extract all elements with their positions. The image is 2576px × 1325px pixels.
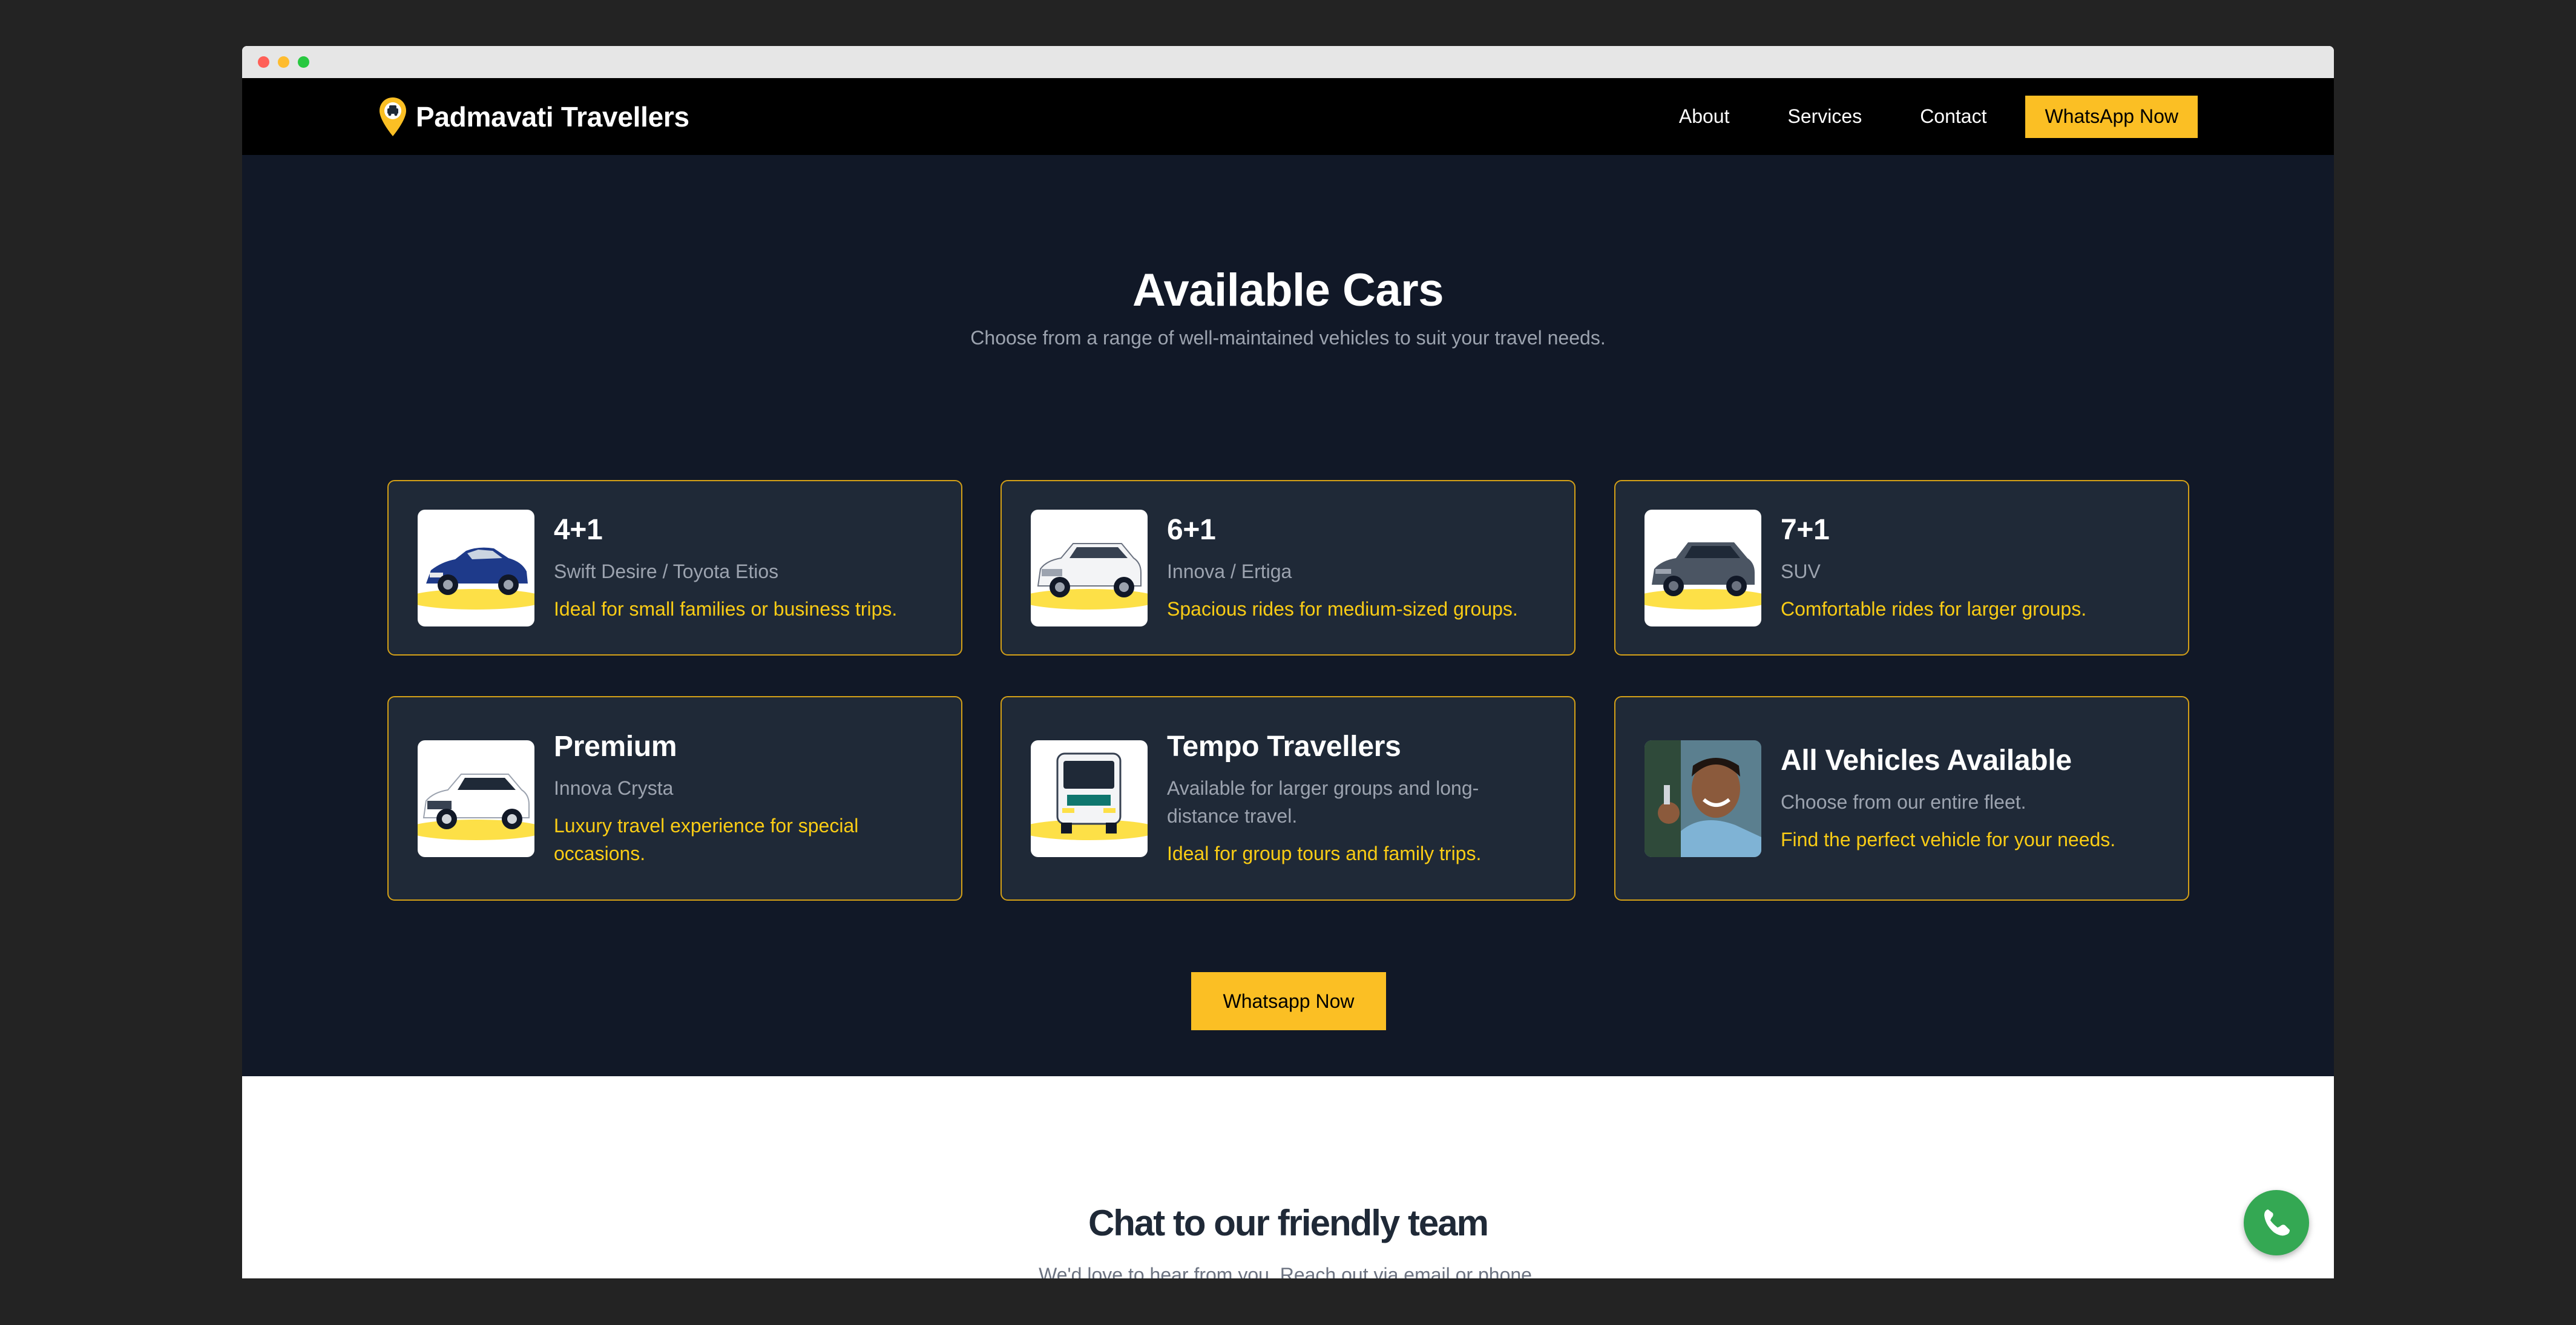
car-card-tempo-travellers[interactable]: Tempo Travellers Available for larger gr… bbox=[1000, 696, 1576, 901]
nav-links: About Services Contact WhatsApp Now bbox=[1679, 78, 2198, 155]
car-models: Available for larger groups and long-dis… bbox=[1167, 777, 1479, 827]
car-card-6plus1[interactable]: 6+1 Innova / Ertiga Spacious rides for m… bbox=[1000, 480, 1576, 656]
brand[interactable]: Padmavati Travellers bbox=[378, 78, 689, 155]
browser-window: Padmavati Travellers About Services Cont… bbox=[242, 46, 2334, 1278]
car-class-name: 6+1 bbox=[1167, 513, 1216, 546]
whatsapp-now-button[interactable]: Whatsapp Now bbox=[1191, 972, 1386, 1030]
man-holding-car-keys-image bbox=[1644, 740, 1761, 857]
car-class-name: 4+1 bbox=[554, 513, 603, 546]
nav-link-about[interactable]: About bbox=[1679, 105, 1730, 128]
car-models: Swift Desire / Toyota Etios bbox=[554, 560, 779, 582]
nav-link-services[interactable]: Services bbox=[1787, 105, 1862, 128]
window-titlebar bbox=[242, 46, 2334, 78]
car-tagline: Spacious rides for medium-sized groups. bbox=[1167, 597, 1518, 620]
contact-title: Chat to our friendly team bbox=[1088, 1203, 1489, 1243]
car-tagline: Ideal for small families or business tri… bbox=[554, 597, 898, 620]
grey-suv-image bbox=[1644, 509, 1761, 626]
minimize-window-button[interactable] bbox=[278, 56, 289, 68]
car-tagline: Find the perfect vehicle for your needs. bbox=[1781, 828, 2116, 850]
car-tagline: Luxury travel experience for special occ… bbox=[554, 814, 859, 864]
car-card-7plus1[interactable]: 7+1 SUV Comfortable rides for larger gro… bbox=[1614, 480, 2189, 656]
maximize-window-button[interactable] bbox=[298, 56, 309, 68]
whatsapp-phone-icon bbox=[2264, 1209, 2290, 1236]
car-card-4plus1[interactable]: 4+1 Swift Desire / Toyota Etios Ideal fo… bbox=[387, 480, 962, 656]
car-models: Innova / Ertiga bbox=[1167, 560, 1292, 582]
car-models: SUV bbox=[1781, 560, 1821, 582]
nav-link-contact[interactable]: Contact bbox=[1920, 105, 1986, 128]
whatsapp-now-nav-button[interactable]: WhatsApp Now bbox=[2025, 95, 2198, 138]
car-class-name: All Vehicles Available bbox=[1781, 744, 2072, 777]
contact-subtitle: We'd love to hear from you. Reach out vi… bbox=[1039, 1264, 1537, 1278]
whatsapp-floating-button[interactable] bbox=[2244, 1190, 2309, 1255]
section-title: Available Cars bbox=[1132, 265, 1444, 316]
section-subtitle: Choose from a range of well-maintained v… bbox=[970, 327, 1606, 349]
blue-sedan-image bbox=[418, 509, 534, 626]
car-models: Innova Crysta bbox=[554, 777, 674, 799]
car-tagline: Comfortable rides for larger groups. bbox=[1781, 597, 2087, 620]
brand-name: Padmavati Travellers bbox=[416, 100, 689, 133]
car-class-name: 7+1 bbox=[1781, 513, 1830, 546]
close-window-button[interactable] bbox=[258, 56, 269, 68]
car-models: Choose from our entire fleet. bbox=[1781, 791, 2026, 813]
car-tagline: Ideal for group tours and family trips. bbox=[1167, 842, 1482, 864]
white-premium-muv-image bbox=[418, 740, 534, 857]
car-class-name: Tempo Travellers bbox=[1167, 730, 1401, 763]
taxi-location-pin-icon bbox=[380, 97, 406, 136]
available-cars-section: Available Cars Choose from a range of we… bbox=[242, 155, 2334, 1076]
car-card-all-vehicles[interactable]: All Vehicles Available Choose from our e… bbox=[1614, 696, 2189, 901]
car-class-name: Premium bbox=[554, 730, 677, 763]
car-card-premium[interactable]: Premium Innova Crysta Luxury travel expe… bbox=[387, 696, 962, 901]
contact-section: Chat to our friendly team We'd love to h… bbox=[242, 1076, 2334, 1278]
navbar: Padmavati Travellers About Services Cont… bbox=[242, 78, 2334, 155]
white-muv-image bbox=[1031, 509, 1148, 626]
tempo-traveller-van-image bbox=[1031, 740, 1148, 857]
